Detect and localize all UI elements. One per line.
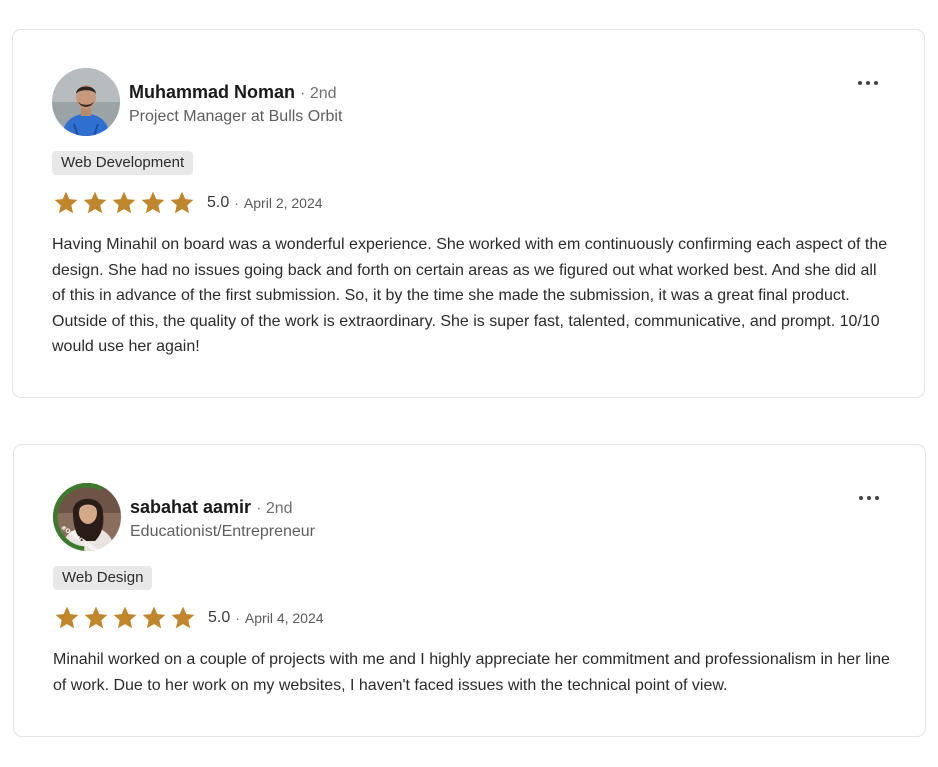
star-icon [113,606,137,629]
degree-separator: · [256,500,262,517]
star-icon [83,191,107,214]
profile-photo-man-icon [52,68,120,136]
profile-photo-woman-opentowork-icon: #OPENTOWORK [53,483,121,551]
more-options-icon[interactable] [859,491,879,505]
review-date: April 2, 2024 [243,195,323,211]
reviewer-name-row: sabahat aamir · 2nd [130,496,293,520]
star-icon [171,606,195,629]
review-card: #OPENTOWORK sabahat aamir · 2nd Educatio… [13,444,926,737]
review-text: Having Minahil on board was a wonderful … [52,236,888,356]
date-separator: · [234,195,239,211]
rating-row: 5.0 · April 4, 2024 [54,603,324,633]
star-rating [53,190,195,216]
service-tag: Web Development [52,151,194,175]
connection-degree: 2nd [309,85,337,102]
star-icon [55,606,79,629]
reviewer-name[interactable]: Muhammad Noman [129,82,295,102]
star-icon [142,606,166,629]
avatar[interactable]: #OPENTOWORK [53,483,121,551]
star-icon [170,191,194,214]
rating-score: 5.0 [208,609,231,626]
review-text: Minahil worked on a couple of projects w… [53,651,890,694]
rating-row: 5.0 · April 2, 2024 [53,188,323,218]
rating-score: 5.0 [207,194,230,211]
reviewer-headline: Project Manager at Bulls Orbit [129,108,343,125]
more-options-icon[interactable] [858,76,878,90]
star-icon [141,191,165,214]
connection-degree: 2nd [265,500,293,517]
service-tag: Web Design [53,566,153,590]
review-date: April 4, 2024 [244,610,324,626]
reviewer-name[interactable]: sabahat aamir [130,497,251,517]
star-icon [112,191,136,214]
star-icon [54,191,78,214]
avatar[interactable] [52,68,120,136]
star-icon [84,606,108,629]
reviewer-headline: Educationist/Entrepreneur [130,523,315,540]
reviewer-name-row: Muhammad Noman · 2nd [129,81,337,105]
degree-separator: · [300,85,306,102]
review-card: Muhammad Noman · 2nd Project Manager at … [12,29,925,398]
star-rating [54,605,196,631]
date-separator: · [235,610,240,626]
